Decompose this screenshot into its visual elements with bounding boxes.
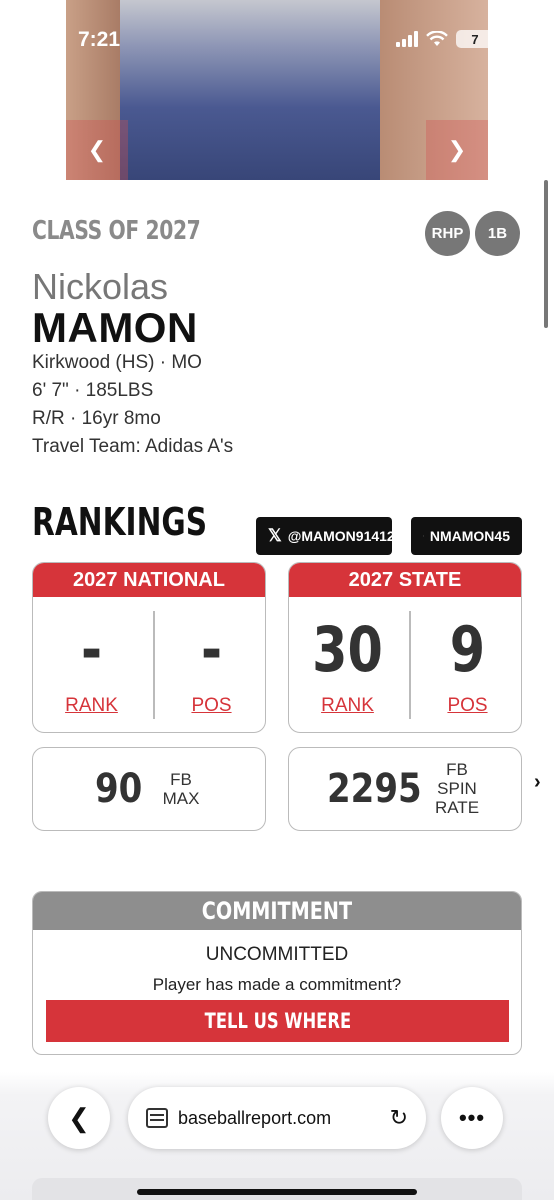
tell-us-where-button[interactable]: TELL US WHERE — [46, 1000, 509, 1042]
x-handle: @MAMON91412 — [287, 528, 395, 544]
x-logo-icon: 𝕏 — [268, 526, 282, 545]
chevron-right-icon: ❯ — [447, 137, 467, 162]
url-text[interactable]: baseballreport.com — [178, 1108, 390, 1129]
fb-spin-card: 2295 FB SPIN RATE — [288, 747, 522, 831]
player-first-name: Nickolas — [32, 266, 169, 307]
class-of-label: CLASS OF 2027 — [32, 216, 201, 246]
commitment-question: Player has made a commitment? — [152, 975, 402, 994]
battery-icon: 7 — [456, 30, 498, 48]
position-badges: RHP 1B — [425, 211, 520, 256]
instagram-handle: NMAMON45 — [429, 528, 510, 544]
national-ranking-card: 2027 NATIONAL - RANK - POS — [32, 562, 266, 733]
wifi-icon — [426, 31, 448, 46]
position-badge-secondary: 1B — [475, 211, 520, 256]
back-icon: ❮ — [68, 1102, 90, 1133]
commitment-card: COMMITMENT UNCOMMITTED Player has made a… — [32, 891, 522, 1055]
state-pos-value: 9 — [449, 613, 486, 686]
national-rank-link[interactable]: RANK — [33, 695, 150, 717]
national-ranking-header: 2027 NATIONAL — [33, 563, 265, 597]
photo-next-button[interactable]: ❯ — [426, 120, 488, 180]
more-icon: ••• — [458, 1105, 486, 1130]
state-ranking-header: 2027 STATE — [289, 563, 521, 597]
player-photo — [66, 0, 488, 180]
state-rank-link[interactable]: RANK — [289, 695, 406, 717]
fb-max-label: FB MAX — [162, 770, 200, 808]
commitment-header: COMMITMENT — [33, 892, 521, 930]
player-bats-age: R/R · 16yr 8mo — [32, 408, 161, 429]
player-size: 6' 7" · 185LBS — [32, 380, 154, 401]
national-rank-value: - — [80, 613, 103, 686]
player-travel-team: Travel Team: Adidas A's — [32, 436, 234, 457]
status-time: 7:21 — [78, 28, 121, 51]
photo-prev-button[interactable]: ❮ — [66, 120, 128, 180]
state-ranking-card: 2027 STATE 30 RANK 9 POS — [288, 562, 522, 733]
chevron-left-icon: ❮ — [87, 137, 107, 162]
x-profile-link[interactable]: 𝕏 @MAMON91412 — [256, 517, 395, 555]
fb-max-card: 90 FB MAX — [32, 747, 266, 831]
tabs-icon[interactable] — [146, 1108, 168, 1128]
status-icons: 7 — [396, 30, 498, 48]
browser-back-button[interactable]: ❮ — [48, 1087, 110, 1149]
national-pos-value: - — [200, 613, 223, 686]
state-pos-link[interactable]: POS — [409, 695, 521, 717]
address-bar[interactable]: baseballreport.com ↻ — [128, 1087, 426, 1149]
fb-spin-value: 2295 — [327, 766, 422, 812]
national-pos-link[interactable]: POS — [153, 695, 265, 717]
stats-next-button[interactable]: › — [534, 771, 541, 794]
chevron-right-icon: › — [534, 771, 541, 793]
state-rank-value: 30 — [312, 613, 383, 686]
home-indicator — [137, 1189, 417, 1195]
rankings-title: RANKINGS — [32, 500, 208, 544]
player-last-name: MAMON — [32, 304, 198, 351]
instagram-profile-link[interactable]: NMAMON45 — [411, 517, 522, 555]
fb-max-value: 90 — [95, 766, 143, 812]
signal-icon — [396, 31, 418, 47]
position-badge-primary: RHP — [425, 211, 470, 256]
browser-more-button[interactable]: ••• — [441, 1087, 503, 1149]
instagram-icon — [423, 535, 424, 537]
player-school: Kirkwood (HS) · MO — [32, 352, 202, 373]
reload-icon[interactable]: ↻ — [390, 1105, 408, 1131]
commitment-status: UNCOMMITTED — [205, 944, 349, 965]
fb-spin-label: FB SPIN RATE — [434, 760, 480, 817]
page-scrollbar[interactable] — [544, 180, 548, 328]
